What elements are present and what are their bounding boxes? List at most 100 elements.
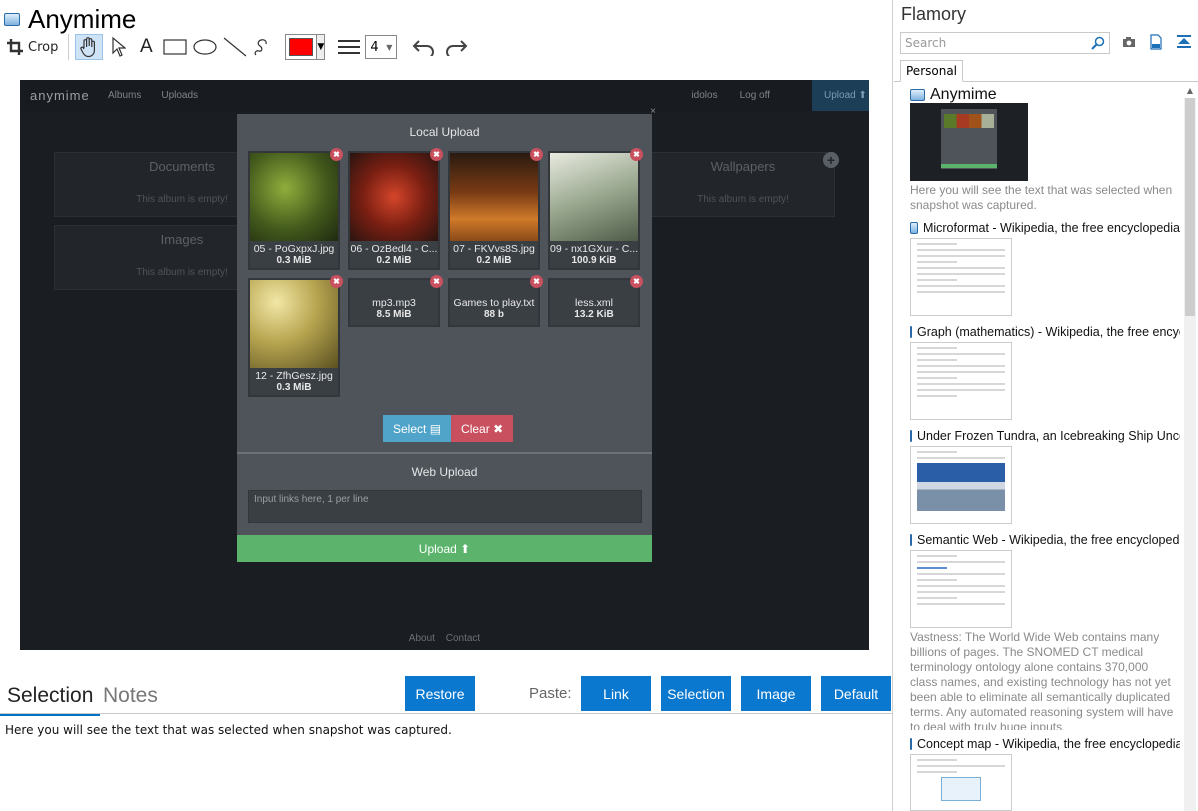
undo-icon [412, 40, 435, 56]
flamory-sidebar: Flamory Search Personal ▲ Anymime Here y… [894, 0, 1198, 811]
nav-logoff: Log off [739, 90, 770, 101]
selection-text[interactable]: Here you will see the text that was sele… [5, 723, 452, 737]
remove-icon: ✖ [630, 275, 643, 288]
moss-thumbnail [250, 153, 338, 241]
footer-about: About [408, 633, 435, 644]
file-size: 100.9 KiB [571, 255, 617, 266]
page-icon [910, 326, 912, 338]
line-width-value: 4 [370, 39, 379, 55]
paste-image-button[interactable]: Image [741, 676, 811, 711]
upload-icon: ⬆ [460, 541, 471, 556]
collapse-button[interactable] [1176, 34, 1192, 54]
ellipse-tool-button[interactable] [193, 34, 217, 60]
text-tool-icon: A [140, 36, 153, 57]
line-width-button[interactable] [337, 34, 361, 60]
snapshot-thumbnail[interactable] [910, 342, 1012, 420]
crop-button[interactable]: Crop [6, 34, 58, 60]
local-upload-title: Local Upload [409, 125, 480, 139]
snapshot-entry-title[interactable]: Concept map - Wikipedia, the free encycl… [910, 737, 1180, 751]
entry-title-text: Graph (mathematics) - Wikipedia, the fre… [917, 325, 1180, 339]
autumn-thumbnail [450, 153, 538, 241]
main-pane: Anymime Crop A ▼ 4 ▼ anymime Albums Uplo… [0, 0, 893, 811]
scroll-up-icon[interactable]: ▲ [1184, 84, 1196, 98]
undo-button[interactable] [411, 34, 437, 60]
remove-icon: ✖ [330, 275, 343, 288]
stroke-color-picker[interactable]: ▼ [285, 34, 326, 60]
search-input[interactable]: Search [900, 32, 1110, 54]
snapshot-thumbnail[interactable] [910, 103, 1028, 181]
search-placeholder: Search [905, 36, 947, 50]
redo-button[interactable] [443, 34, 469, 60]
album-card: Wallpapers This album is empty! [651, 152, 835, 217]
file-name: 07 - FKVvs8S.jpg [453, 243, 535, 255]
ship-photo [917, 463, 1005, 511]
snapshot-entry-title[interactable]: Semantic Web - Wikipedia, the free encyc… [910, 533, 1180, 547]
paste-default-button[interactable]: Default [821, 676, 891, 711]
tab-selection[interactable]: Selection [0, 684, 101, 716]
snapshot-thumbnail[interactable] [910, 446, 1012, 524]
line-tool-button[interactable] [223, 34, 247, 60]
nav-right: idolos Log off Upload ⬆ [691, 80, 869, 111]
file-size: 0.2 MiB [376, 255, 412, 266]
select-files-button: Select ▤ [383, 415, 452, 442]
camera-button[interactable] [1122, 34, 1136, 53]
file-size: 0.3 MiB [276, 255, 312, 266]
tab-personal[interactable]: Personal [900, 60, 964, 82]
snapshot-entry-title[interactable]: Graph (mathematics) - Wikipedia, the fre… [910, 325, 1180, 339]
file-name: 12 - ZfhGesz.jpg [255, 370, 333, 382]
entry-title-text: Semantic Web - Wikipedia, the free encyc… [917, 533, 1180, 547]
file-name: Games to play.txt [453, 297, 535, 309]
snapshot-entry-title[interactable]: Under Frozen Tundra, an Icebreaking Ship… [910, 429, 1180, 443]
remove-icon: ✖ [430, 275, 443, 288]
file-tile: 07 - FKVvs8S.jpg 0.2 MiB ✖ [448, 148, 543, 270]
file-name: 05 - PoGxpxJ.jpg [253, 243, 335, 255]
page-icon [910, 222, 918, 234]
scrollbar-thumb[interactable] [1185, 98, 1195, 316]
title-bar: Anymime [4, 4, 136, 34]
file-icon: ▤ [429, 421, 442, 436]
hand-tool-button[interactable] [75, 34, 104, 60]
document-button[interactable] [1149, 34, 1163, 54]
file-tile: less.xml 13.2 KiB ✖ [548, 275, 643, 327]
restore-button[interactable]: Restore [405, 676, 475, 711]
clear-files-button: Clear ✖ [451, 415, 514, 442]
snapshot-image[interactable]: anymime Albums Uploads idolos Log off Up… [20, 80, 869, 650]
grass-thumbnail [250, 280, 338, 368]
page-icon [910, 430, 912, 442]
file-size: 8.5 MiB [376, 309, 412, 320]
sidebar-scrollbar[interactable] [1184, 98, 1196, 811]
file-name: less.xml [575, 297, 613, 309]
links-textarea: Input links here, 1 per line [248, 490, 642, 523]
site-brand: anymime [30, 88, 90, 103]
tab-notes[interactable]: Notes [103, 684, 158, 708]
snapshot-thumbnail[interactable] [910, 238, 1012, 316]
paste-link-button[interactable]: Link [581, 676, 651, 711]
entry-title-text: Microformat - Wikipedia, the free encycl… [922, 221, 1180, 235]
freehand-tool-button[interactable] [253, 34, 271, 60]
line-width-icon [338, 40, 361, 54]
paste-selection-button[interactable]: Selection [661, 676, 731, 711]
pointer-tool-button[interactable] [109, 34, 129, 60]
upload-modal: × Local Upload 05 - PoGxpxJ.jpg 0.3 MiB … [237, 106, 656, 562]
site-footer: About Contact [20, 633, 869, 644]
nav-user: idolos [691, 90, 718, 101]
text-tool-button[interactable]: A [135, 34, 157, 60]
file-size: 0.2 MiB [476, 255, 512, 266]
file-size: 88 b [483, 309, 504, 320]
color-swatch [289, 38, 314, 56]
document-icon [1150, 34, 1162, 50]
redo-icon [446, 40, 468, 56]
camera-icon [1123, 37, 1135, 47]
file-tile: 05 - PoGxpxJ.jpg 0.3 MiB ✖ [248, 148, 343, 270]
close-icon: ✖ [493, 421, 504, 436]
snapshot-thumbnail[interactable] [910, 550, 1012, 628]
upload-icon: ⬆ [858, 90, 867, 101]
entry-title-text: Under Frozen Tundra, an Icebreaking Ship… [917, 429, 1180, 443]
snapshot-entry-title[interactable]: Microformat - Wikipedia, the free encycl… [910, 221, 1180, 235]
line-width-select[interactable]: 4 ▼ [365, 35, 398, 59]
remove-icon: ✖ [630, 148, 643, 161]
rectangle-tool-button[interactable] [163, 34, 187, 60]
file-tile: 12 - ZfhGesz.jpg 0.3 MiB ✖ [248, 275, 343, 397]
snapshot-entry-title[interactable]: Anymime [910, 86, 1180, 104]
snapshot-thumbnail[interactable] [910, 754, 1012, 811]
